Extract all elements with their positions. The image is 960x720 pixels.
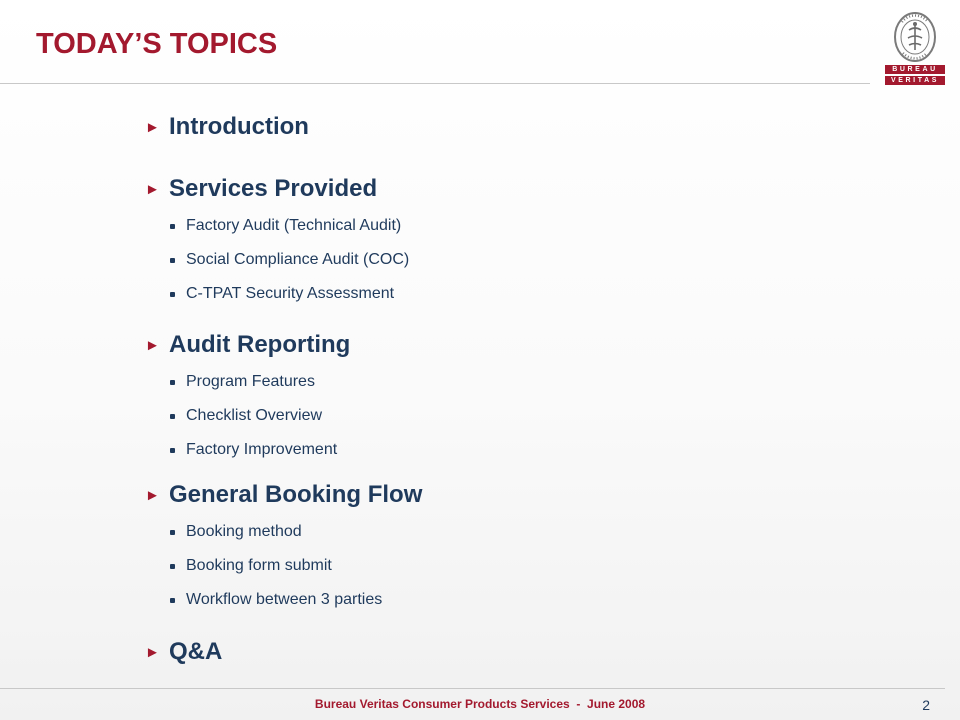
right-triangle-icon: ► (145, 180, 160, 198)
topic-label: Q&A (169, 638, 223, 665)
square-bullet-icon (170, 598, 175, 603)
list-item: Booking form submit (145, 555, 422, 577)
right-triangle-icon: ► (145, 118, 160, 136)
square-bullet-icon (170, 292, 175, 297)
topic-label: Audit Reporting (169, 331, 351, 358)
square-bullet-icon (170, 224, 175, 229)
slide: TODAY’S TOPICS BUREAU VERITAS ► Introduc… (0, 0, 960, 720)
topic-label: Services Provided (169, 175, 378, 202)
topic-services-provided: ► Services Provided Factory Audit (Techn… (145, 173, 409, 305)
page-number: 2 (922, 697, 930, 713)
footer-divider (0, 688, 945, 689)
square-bullet-icon (170, 564, 175, 569)
square-bullet-icon (170, 530, 175, 535)
list-item: Factory Audit (Technical Audit) (145, 215, 409, 237)
list-item: Checklist Overview (145, 405, 350, 427)
square-bullet-icon (170, 414, 175, 419)
list-item: Booking method (145, 521, 422, 543)
square-bullet-icon (170, 380, 175, 385)
topic-qa: ► Q&A (145, 636, 222, 668)
right-triangle-icon: ► (145, 643, 160, 661)
list-item: C-TPAT Security Assessment (145, 283, 409, 305)
topic-general-booking-flow: ► General Booking Flow Booking method Bo… (145, 479, 422, 611)
right-triangle-icon: ► (145, 486, 160, 504)
list-item: Workflow between 3 parties (145, 589, 422, 611)
square-bullet-icon (170, 258, 175, 263)
list-item: Social Compliance Audit (COC) (145, 249, 409, 271)
topic-label: Introduction (169, 113, 309, 140)
topic-introduction: ► Introduction (145, 111, 309, 143)
footer-text: Bureau Veritas Consumer Products Service… (314, 697, 646, 711)
list-item: Factory Improvement (145, 439, 350, 461)
right-triangle-icon: ► (145, 336, 160, 354)
list-item: Program Features (145, 371, 350, 393)
topic-label: General Booking Flow (169, 481, 423, 508)
square-bullet-icon (170, 448, 175, 453)
topic-list: ► Introduction ► Services Provided Facto… (0, 0, 960, 680)
topic-audit-reporting: ► Audit Reporting Program Features Check… (145, 329, 350, 461)
